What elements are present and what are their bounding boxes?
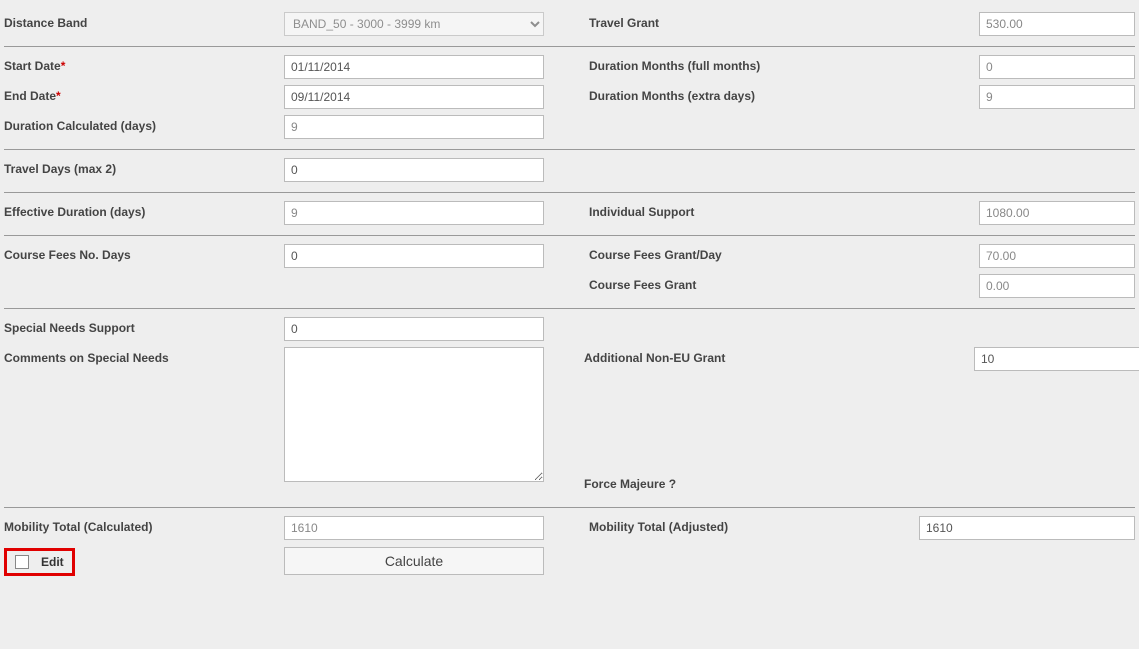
duration-calculated-input[interactable] [284,115,544,139]
additional-noneu-grant-label: Additional Non-EU Grant [584,347,974,365]
effective-duration-label: Effective Duration (days) [4,201,284,219]
additional-noneu-grant-input[interactable] [974,347,1139,371]
end-date-input[interactable] [284,85,544,109]
mobility-total-adj-label: Mobility Total (Adjusted) [589,516,919,534]
travel-grant-label: Travel Grant [589,12,979,30]
special-needs-support-label: Special Needs Support [4,317,284,335]
edit-checkbox-icon [15,555,29,569]
comments-special-needs-textarea[interactable] [284,347,544,482]
course-fees-nodays-input[interactable] [284,244,544,268]
course-fees-grant-input[interactable] [979,274,1135,298]
travel-days-input[interactable] [284,158,544,182]
travel-grant-input[interactable] [979,12,1135,36]
duration-months-extra-label: Duration Months (extra days) [589,85,979,103]
mobility-total-calc-label: Mobility Total (Calculated) [4,516,284,534]
duration-months-extra-input[interactable] [979,85,1135,109]
start-date-label: Start Date* [4,55,284,73]
individual-support-input[interactable] [979,201,1135,225]
calculate-button[interactable]: Calculate [284,547,544,575]
course-fees-grant-label: Course Fees Grant [589,274,979,292]
course-fees-grantday-label: Course Fees Grant/Day [589,244,979,262]
effective-duration-input[interactable] [284,201,544,225]
course-fees-grantday-input[interactable] [979,244,1135,268]
edit-box[interactable]: Edit [4,548,75,576]
mobility-total-calc-input[interactable] [284,516,544,540]
edit-label: Edit [41,555,64,569]
travel-days-label: Travel Days (max 2) [4,158,284,176]
comments-special-needs-label: Comments on Special Needs [4,347,284,365]
duration-calculated-label: Duration Calculated (days) [4,115,284,133]
duration-months-full-input[interactable] [979,55,1135,79]
mobility-total-adj-input[interactable] [919,516,1135,540]
distance-band-select[interactable]: BAND_50 - 3000 - 3999 km [284,12,544,36]
end-date-label: End Date* [4,85,284,103]
distance-band-label: Distance Band [4,12,284,30]
force-majeure-label: Force Majeure ? [584,473,974,491]
start-date-input[interactable] [284,55,544,79]
special-needs-support-input[interactable] [284,317,544,341]
course-fees-nodays-label: Course Fees No. Days [4,244,284,262]
individual-support-label: Individual Support [589,201,979,219]
duration-months-full-label: Duration Months (full months) [589,55,979,73]
